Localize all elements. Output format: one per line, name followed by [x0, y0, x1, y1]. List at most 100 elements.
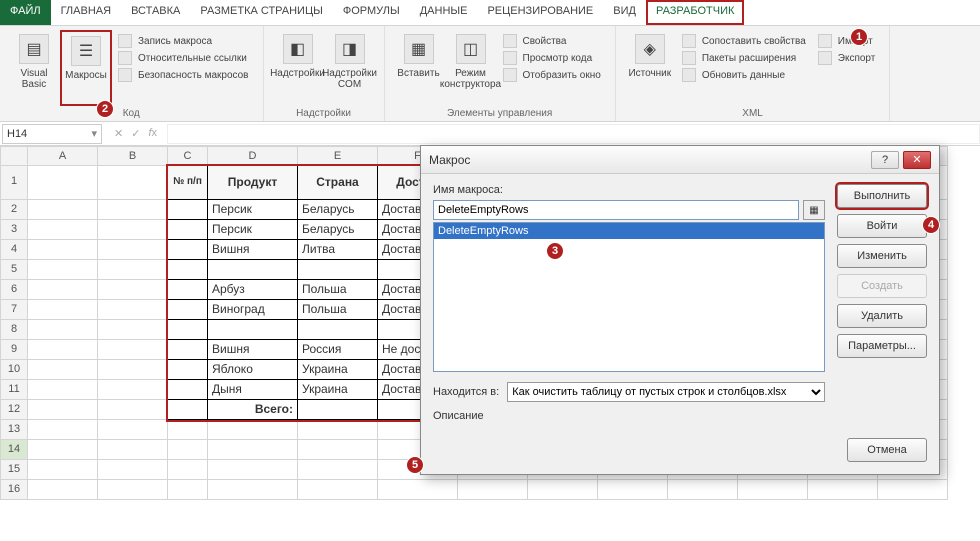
cell[interactable]: Яблоко	[208, 360, 298, 380]
row-header[interactable]: 11	[0, 380, 28, 400]
tab-formulas[interactable]: ФОРМУЛЫ	[333, 0, 410, 25]
step-into-button[interactable]: Войти	[837, 214, 927, 238]
col-header[interactable]: A	[28, 146, 98, 166]
cell[interactable]	[168, 320, 208, 340]
col-header[interactable]: E	[298, 146, 378, 166]
chevron-down-icon[interactable]: ▾	[91, 127, 97, 140]
cell[interactable]	[298, 320, 378, 340]
cancel-button[interactable]: Отмена	[847, 438, 927, 462]
insert-control-button[interactable]: ▦Вставить	[393, 30, 445, 106]
cell[interactable]: Польша	[298, 300, 378, 320]
close-button[interactable]: ✕	[903, 151, 931, 169]
cell[interactable]: Продукт	[208, 166, 298, 200]
row-header[interactable]: 3	[0, 220, 28, 240]
cell[interactable]	[28, 166, 98, 200]
cell[interactable]: Литва	[298, 240, 378, 260]
cell[interactable]	[168, 480, 208, 500]
record-macro-button[interactable]: Запись макроса	[118, 34, 249, 48]
cell[interactable]	[808, 480, 878, 500]
cell[interactable]	[168, 240, 208, 260]
cell[interactable]	[98, 480, 168, 500]
cell[interactable]	[98, 420, 168, 440]
enter-formula-icon[interactable]: ✓	[131, 127, 140, 140]
cell[interactable]	[28, 300, 98, 320]
macros-button[interactable]: ☰ Макросы	[60, 30, 112, 106]
cell[interactable]	[98, 340, 168, 360]
cell[interactable]	[298, 400, 378, 420]
cell[interactable]: Беларусь	[298, 220, 378, 240]
cell[interactable]	[208, 440, 298, 460]
col-header[interactable]: C	[168, 146, 208, 166]
cell[interactable]: Польша	[298, 280, 378, 300]
cell[interactable]	[168, 460, 208, 480]
options-button[interactable]: Параметры...	[837, 334, 927, 358]
xml-source-button[interactable]: ◈Источник	[624, 30, 676, 106]
col-header[interactable]: D	[208, 146, 298, 166]
tab-data[interactable]: ДАННЫЕ	[410, 0, 478, 25]
properties-button[interactable]: Свойства	[503, 34, 601, 48]
cell[interactable]	[208, 460, 298, 480]
cell[interactable]	[668, 480, 738, 500]
cell[interactable]	[878, 480, 948, 500]
cell[interactable]	[98, 400, 168, 420]
row-header[interactable]: 8	[0, 320, 28, 340]
refresh-data-button[interactable]: Обновить данные	[682, 68, 806, 82]
cell[interactable]	[168, 220, 208, 240]
cell[interactable]	[28, 420, 98, 440]
cell[interactable]: Вишня	[208, 340, 298, 360]
macro-list-item[interactable]: DeleteEmptyRows	[434, 223, 824, 239]
row-header[interactable]: 5	[0, 260, 28, 280]
xml-export-button[interactable]: Экспорт	[818, 51, 876, 65]
cell[interactable]	[168, 280, 208, 300]
cell[interactable]	[298, 480, 378, 500]
cell[interactable]	[208, 320, 298, 340]
map-props-button[interactable]: Сопоставить свойства	[682, 34, 806, 48]
cell[interactable]: Персик	[208, 220, 298, 240]
cell[interactable]	[28, 320, 98, 340]
tab-review[interactable]: РЕЦЕНЗИРОВАНИЕ	[477, 0, 603, 25]
cell[interactable]	[168, 420, 208, 440]
cell[interactable]	[98, 300, 168, 320]
cell[interactable]: Всего:	[208, 400, 298, 420]
addins-button[interactable]: ◧Надстройки	[272, 30, 324, 106]
cell[interactable]	[98, 440, 168, 460]
macro-security-button[interactable]: Безопасность макросов	[118, 68, 249, 82]
cell[interactable]	[98, 166, 168, 200]
cell[interactable]	[28, 220, 98, 240]
cell[interactable]: Виноград	[208, 300, 298, 320]
cell[interactable]	[168, 340, 208, 360]
show-dialog-button[interactable]: Отобразить окно	[503, 68, 601, 82]
row-header[interactable]: 2	[0, 200, 28, 220]
row-header[interactable]: 9	[0, 340, 28, 360]
macro-name-picker[interactable]: ▦	[803, 200, 825, 220]
cell[interactable]	[98, 220, 168, 240]
row-header[interactable]: 15	[0, 460, 28, 480]
cell[interactable]	[98, 460, 168, 480]
run-button[interactable]: Выполнить	[837, 184, 927, 208]
cell[interactable]	[208, 480, 298, 500]
tab-home[interactable]: ГЛАВНАЯ	[51, 0, 121, 25]
row-header[interactable]: 6	[0, 280, 28, 300]
com-addins-button[interactable]: ◨Надстройки COM	[324, 30, 376, 106]
col-header[interactable]: B	[98, 146, 168, 166]
row-header[interactable]: 14	[0, 440, 28, 460]
row-header[interactable]: 12	[0, 400, 28, 420]
cell[interactable]	[28, 460, 98, 480]
cell[interactable]: Беларусь	[298, 200, 378, 220]
cell[interactable]: Дыня	[208, 380, 298, 400]
cell[interactable]: Украина	[298, 360, 378, 380]
cell[interactable]	[168, 380, 208, 400]
cell[interactable]	[98, 360, 168, 380]
cell[interactable]	[168, 360, 208, 380]
cell[interactable]	[168, 300, 208, 320]
cell[interactable]	[98, 380, 168, 400]
relative-refs-button[interactable]: Относительные ссылки	[118, 51, 249, 65]
row-header[interactable]: 16	[0, 480, 28, 500]
row-header[interactable]: 10	[0, 360, 28, 380]
cell[interactable]: Вишня	[208, 240, 298, 260]
edit-button[interactable]: Изменить	[837, 244, 927, 268]
cell[interactable]	[208, 420, 298, 440]
tab-file[interactable]: ФАЙЛ	[0, 0, 51, 25]
cell[interactable]: Россия	[298, 340, 378, 360]
cell[interactable]	[458, 480, 528, 500]
